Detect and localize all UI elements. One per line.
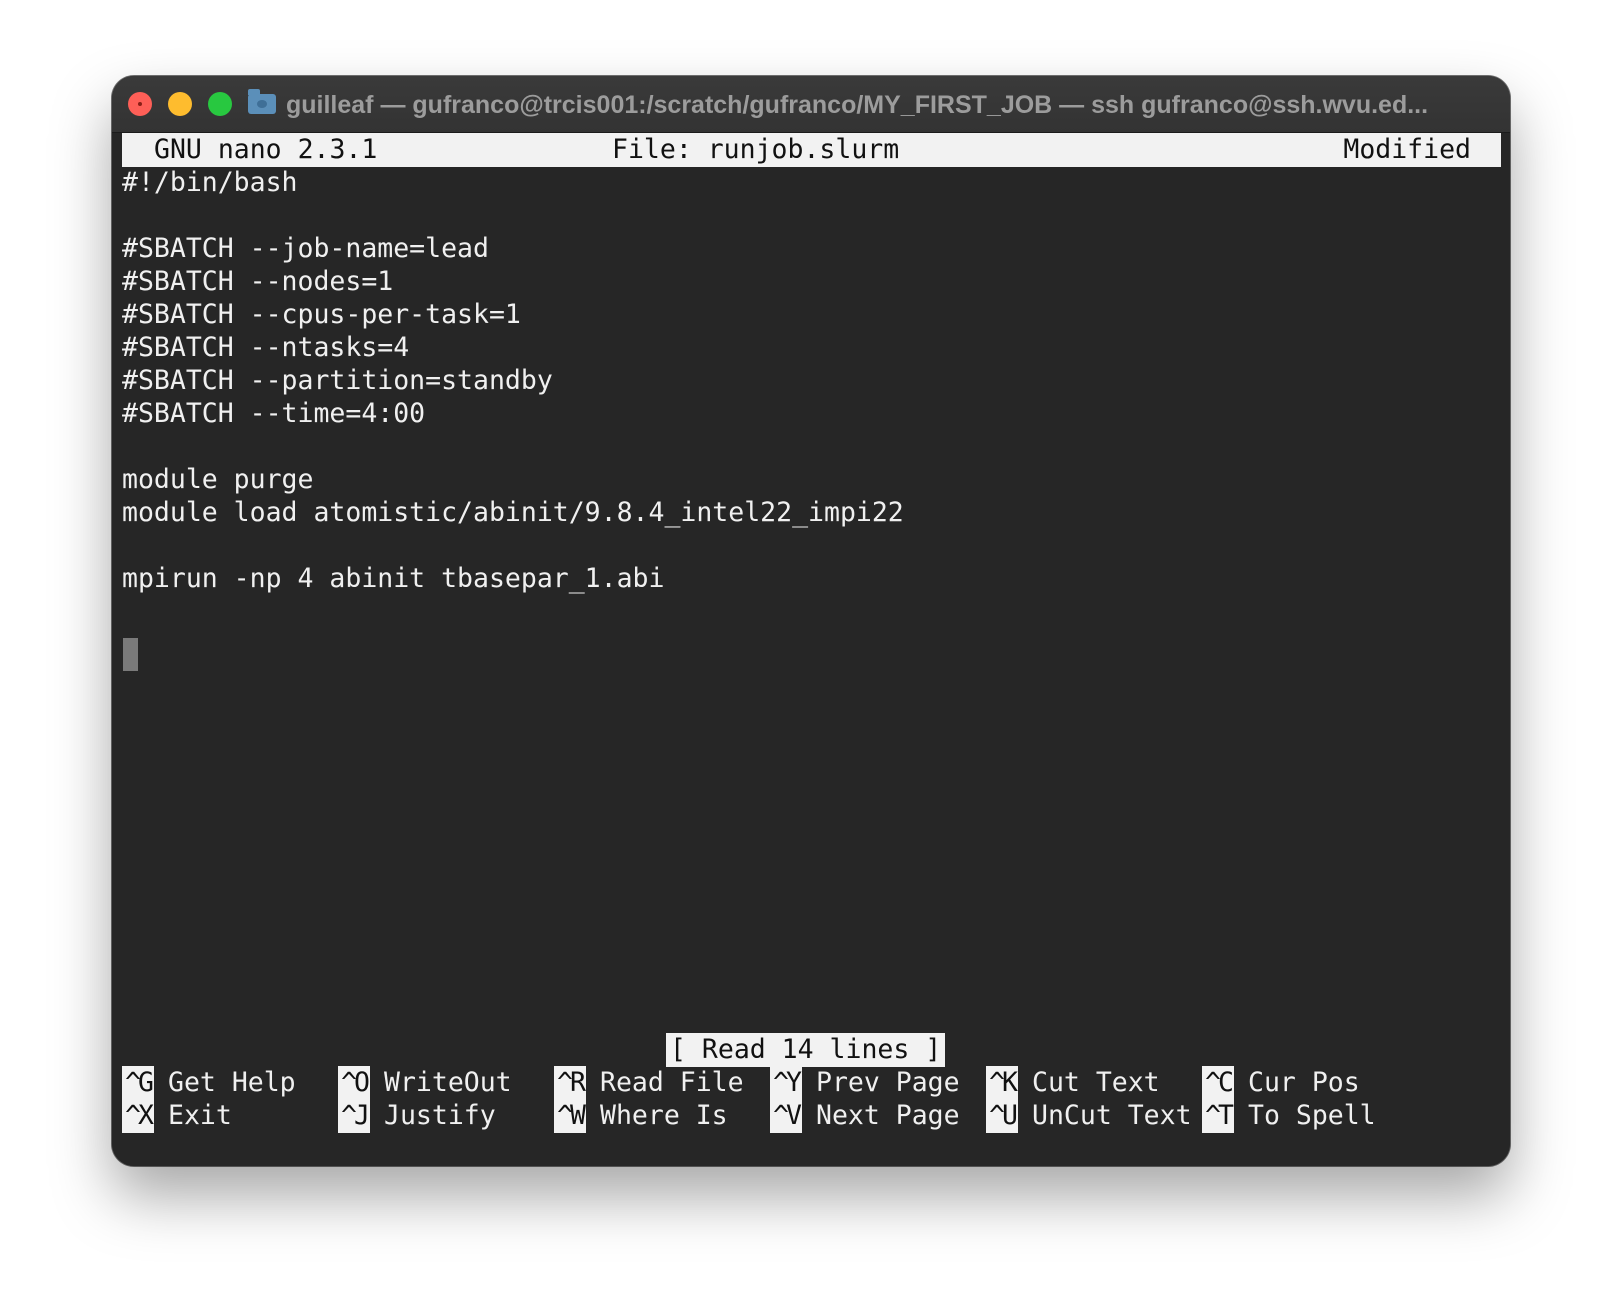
shortcut-key: ^U [986,1099,1018,1133]
editor-line[interactable]: #SBATCH --cpus-per-task=1 [122,298,521,332]
shortcut-key: ^J [338,1099,370,1133]
shortcut-key: ^G [122,1066,154,1100]
minimize-window-button[interactable] [168,92,192,116]
shortcut-key: ^X [122,1099,154,1133]
shortcut-label: WriteOut [384,1067,512,1098]
file-name: File: runjob.slurm [612,134,900,165]
maximize-window-button[interactable] [208,92,232,116]
status-message: [ Read 14 lines ] [666,1033,946,1067]
shortcut-label: Where Is [600,1100,728,1131]
shortcut-key: ^W [554,1099,586,1133]
shortcut-read-file[interactable]: ^R Read File [554,1066,744,1100]
editor-line[interactable]: #SBATCH --partition=standby [122,364,553,398]
shortcut-key: ^C [1202,1066,1234,1100]
modified-indicator: Modified [1343,134,1471,165]
shortcut-key: ^R [554,1066,586,1100]
shortcut-prev-page[interactable]: ^Y Prev Page [770,1066,960,1100]
close-window-button[interactable] [128,92,152,116]
folder-icon [248,89,276,114]
editor-line[interactable]: mpirun -np 4 abinit tbasepar_1.abi [122,562,664,596]
text-cursor [123,638,138,671]
title-bar[interactable]: guilleaf — gufranco@trcis001:/scratch/gu… [112,76,1510,133]
window-title: guilleaf — gufranco@trcis001:/scratch/gu… [286,91,1429,119]
shortcut-label: Next Page [816,1100,960,1131]
editor-line[interactable]: #SBATCH --job-name=lead [122,232,489,266]
shortcut-exit[interactable]: ^X Exit [122,1099,232,1133]
shortcut-next-page[interactable]: ^V Next Page [770,1099,960,1133]
nano-version: GNU nano 2.3.1 [154,134,378,165]
shortcut-label: Justify [384,1100,496,1131]
shortcut-label: UnCut Text [1032,1100,1192,1131]
terminal-content[interactable]: GNU nano 2.3.1 File: runjob.slurm Modifi… [112,133,1510,1166]
shortcut-cut-text[interactable]: ^K Cut Text [986,1066,1160,1100]
shortcut-label: Cut Text [1032,1067,1160,1098]
terminal-window: guilleaf — gufranco@trcis001:/scratch/gu… [112,76,1510,1166]
shortcut-key: ^K [986,1066,1018,1100]
shortcut-label: To Spell [1248,1100,1376,1131]
editor-line[interactable]: module purge [122,463,313,497]
shortcut-where-is[interactable]: ^W Where Is [554,1099,728,1133]
shortcut-to-spell[interactable]: ^T To Spell [1202,1099,1376,1133]
editor-line[interactable]: #SBATCH --time=4:00 [122,397,425,431]
shortcut-label: Prev Page [816,1067,960,1098]
editor-line[interactable]: module load atomistic/abinit/9.8.4_intel… [122,496,904,530]
shortcut-writeout[interactable]: ^O WriteOut [338,1066,512,1100]
shortcut-key: ^T [1202,1099,1234,1133]
shortcut-get-help[interactable]: ^G Get Help [122,1066,296,1100]
editor-line[interactable]: #SBATCH --ntasks=4 [122,331,409,365]
shortcut-key: ^Y [770,1066,802,1100]
shortcut-key: ^V [770,1099,802,1133]
shortcut-label: Read File [600,1067,744,1098]
shortcut-uncut-text[interactable]: ^U UnCut Text [986,1099,1192,1133]
shortcut-label: Exit [168,1100,232,1131]
shortcut-key: ^O [338,1066,370,1100]
shortcut-label: Get Help [168,1067,296,1098]
shortcut-justify[interactable]: ^J Justify [338,1099,496,1133]
editor-line[interactable]: #!/bin/bash [122,166,298,200]
shortcut-label: Cur Pos [1248,1067,1360,1098]
shortcut-cur-pos[interactable]: ^C Cur Pos [1202,1066,1360,1100]
nano-header-bar: GNU nano 2.3.1 File: runjob.slurm Modifi… [122,133,1501,167]
editor-line[interactable]: #SBATCH --nodes=1 [122,265,393,299]
